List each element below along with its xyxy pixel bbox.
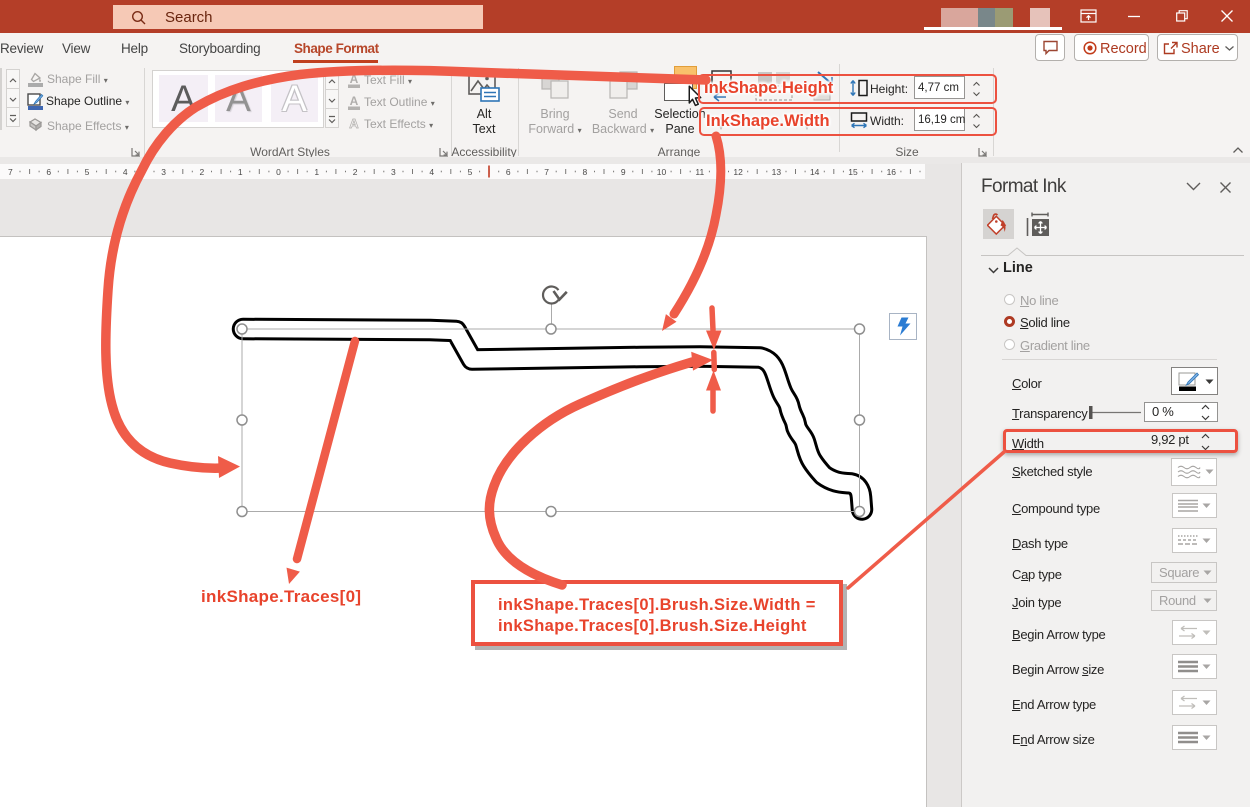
svg-text:7: 7 xyxy=(544,167,549,177)
svg-text:0: 0 xyxy=(276,167,281,177)
svg-text:11: 11 xyxy=(695,167,704,177)
svg-text:4: 4 xyxy=(429,167,434,177)
svg-text:5: 5 xyxy=(468,167,473,177)
svg-text:9: 9 xyxy=(621,167,626,177)
svg-text:1: 1 xyxy=(314,167,319,177)
svg-text:13: 13 xyxy=(772,167,782,177)
svg-text:A: A xyxy=(350,94,359,108)
svg-text:7: 7 xyxy=(8,167,13,177)
svg-text:16: 16 xyxy=(887,167,897,177)
svg-text:2: 2 xyxy=(200,167,205,177)
svg-text:15: 15 xyxy=(848,167,858,177)
svg-text:3: 3 xyxy=(391,167,396,177)
svg-text:4: 4 xyxy=(123,167,128,177)
svg-text:12: 12 xyxy=(733,167,743,177)
svg-text:A: A xyxy=(350,72,359,86)
svg-text:14: 14 xyxy=(810,167,820,177)
svg-text:5: 5 xyxy=(85,167,90,177)
svg-text:6: 6 xyxy=(506,167,511,177)
svg-text:6: 6 xyxy=(46,167,51,177)
svg-text:2: 2 xyxy=(353,167,358,177)
svg-text:3: 3 xyxy=(161,167,166,177)
svg-text:10: 10 xyxy=(657,167,667,177)
svg-text:1: 1 xyxy=(238,167,243,177)
svg-text:A: A xyxy=(349,116,359,131)
svg-text:8: 8 xyxy=(583,167,588,177)
